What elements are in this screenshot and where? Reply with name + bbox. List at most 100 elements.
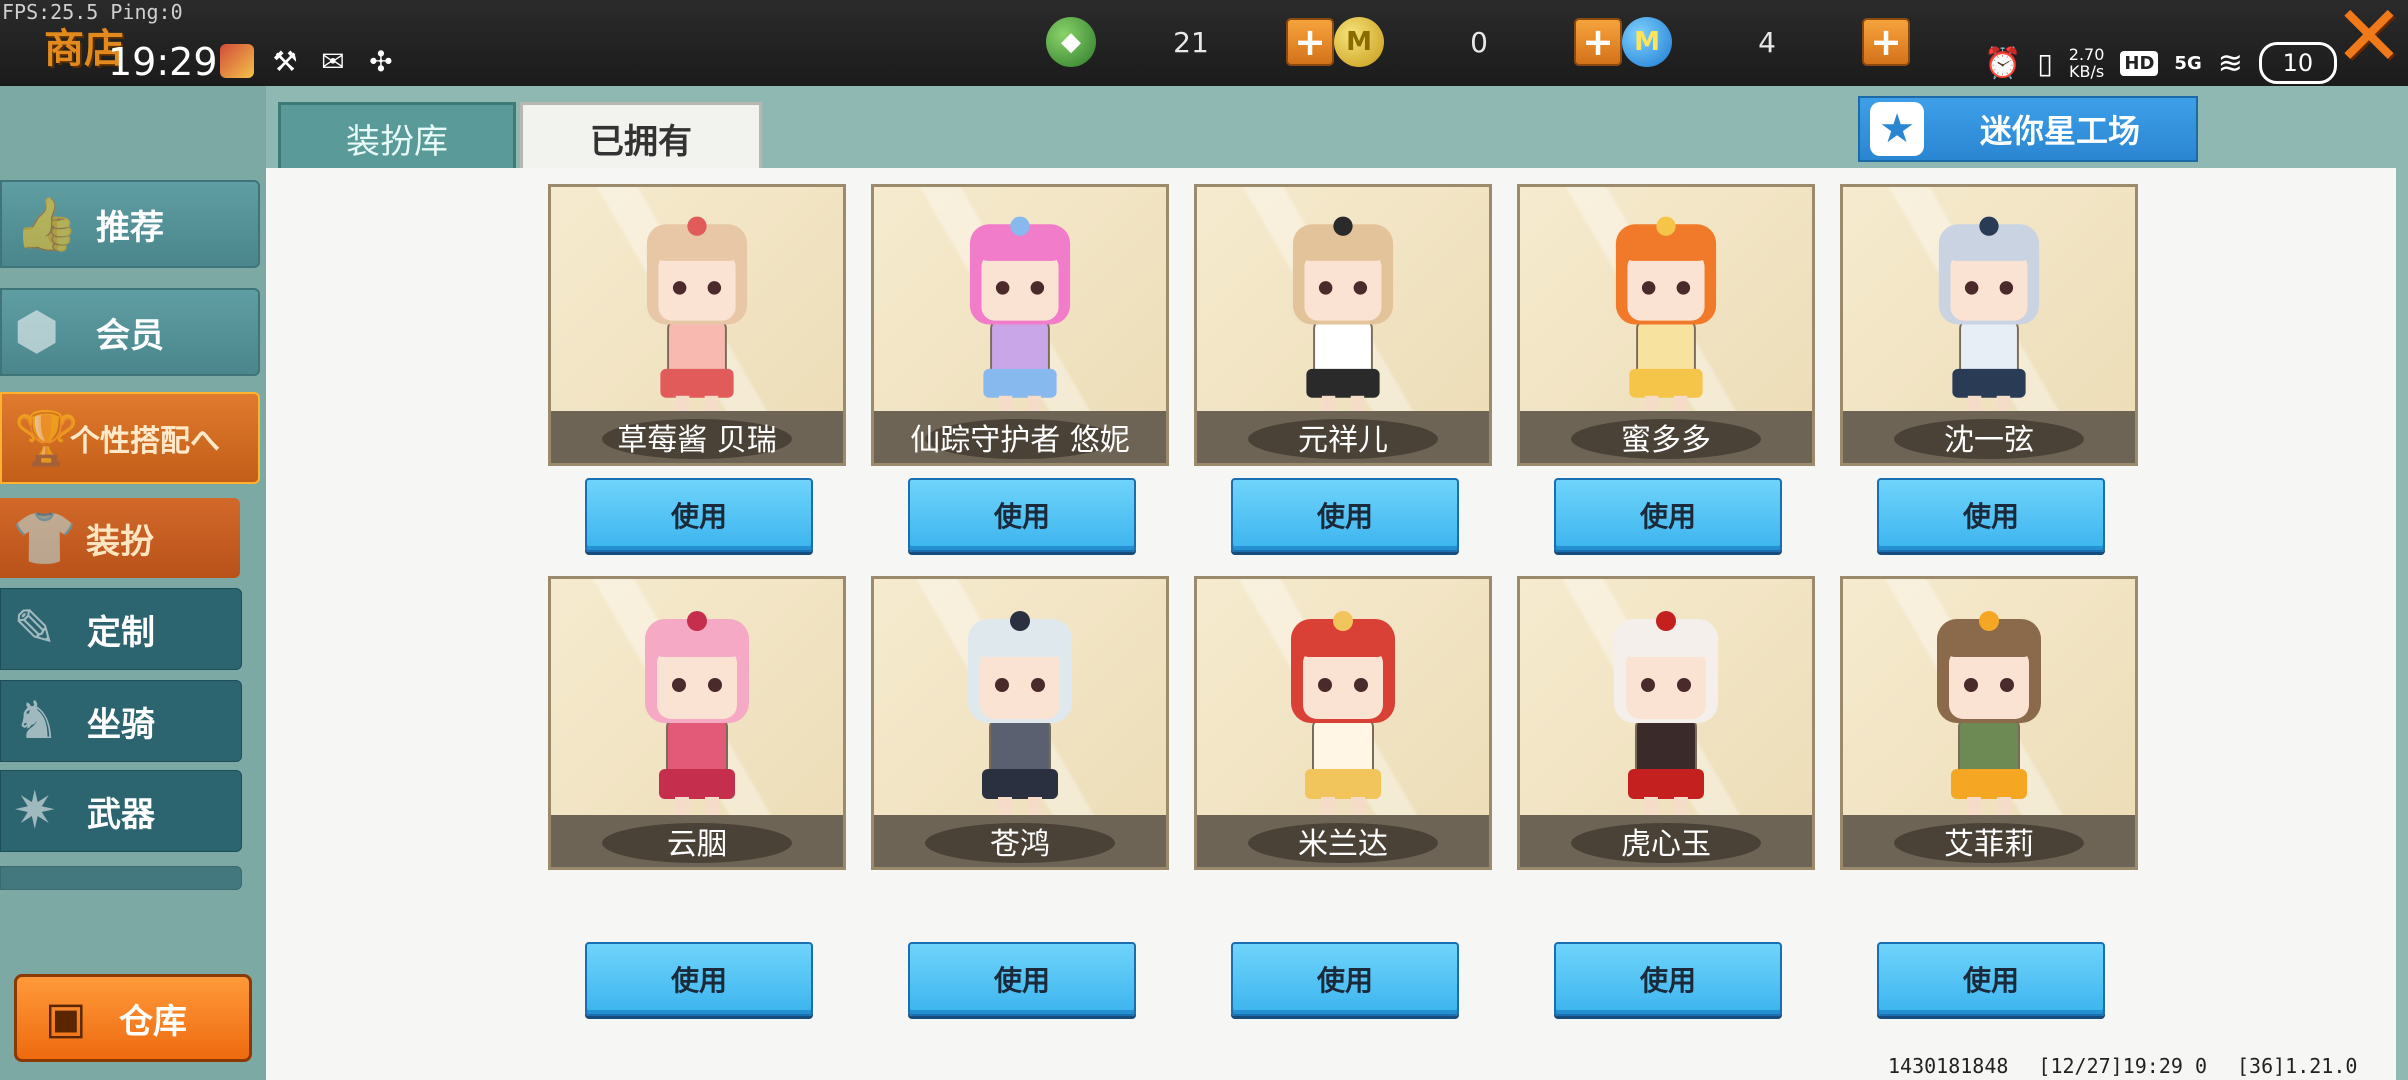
message-icon: ✉ (321, 44, 345, 78)
outfit-card[interactable]: 草莓酱 贝瑞 (548, 184, 846, 466)
use-button[interactable]: 使用 (1877, 942, 2105, 1016)
avatar-skirt (1629, 368, 1703, 398)
use-button[interactable]: 使用 (1877, 478, 2105, 552)
avatar-skirt (1951, 769, 2027, 799)
trophy-icon: 🏆 (14, 408, 79, 469)
use-button[interactable]: 使用 (585, 478, 813, 552)
avatar-leg (1674, 797, 1688, 817)
avatar-skirt (983, 368, 1057, 398)
sidebar-item-mounts[interactable]: ♞ 坐骑 (0, 680, 242, 762)
currency-gems: ◆ 21 + (1046, 16, 1334, 68)
top-bar: 商店 FPS:25.5 Ping:0 19:29 ⚒ ✉ ✣ ◆ 21 + M … (0, 0, 2408, 86)
outfit-card[interactable]: 元祥儿 (1194, 184, 1492, 466)
outfit-avatar (1614, 611, 1718, 817)
add-coins-button[interactable]: + (1574, 18, 1622, 66)
avatar-accessory (687, 216, 707, 236)
tab-owned[interactable]: 已拥有 (520, 102, 762, 174)
avatar-eye (1318, 678, 1332, 692)
avatar-face (981, 253, 1059, 321)
outfit-name-bar: 艾菲莉 (1843, 815, 2135, 867)
add-beans-button[interactable]: + (1862, 18, 1910, 66)
use-button[interactable]: 使用 (1231, 478, 1459, 552)
outfit-name: 仙踪守护者 悠妮 (910, 423, 1130, 458)
use-button[interactable]: 使用 (908, 942, 1136, 1016)
green-gem-icon: ◆ (1046, 17, 1096, 67)
avatar-bangs (1623, 235, 1709, 261)
sidebar-item-partial[interactable] (0, 866, 242, 890)
outfit-name-bar: 草莓酱 贝瑞 (551, 411, 843, 463)
wifi-icon: ≋ (2217, 45, 2243, 81)
avatar-leg (1967, 797, 1981, 817)
currency-value: 0 (1470, 25, 1488, 59)
warehouse-button[interactable]: ▣ 仓库 (14, 974, 252, 1062)
avatar-eye (1353, 281, 1368, 295)
add-gems-button[interactable]: + (1286, 18, 1334, 66)
outfit-avatar (646, 216, 748, 416)
avatar-eye (995, 281, 1010, 295)
avatar-eye (995, 678, 1009, 692)
tools-icon: ⚒ (272, 44, 298, 78)
avatar-eye (1964, 678, 1978, 692)
sidebar-item-vip[interactable]: ⬢ 会员 (0, 288, 260, 376)
outfit-card[interactable]: 仙踪守护者 悠妮 (871, 184, 1169, 466)
outfit-avatar (1938, 216, 2040, 416)
network-type: 5G (2174, 52, 2202, 74)
avatar-skirt (660, 368, 734, 398)
avatar-accessory (1010, 611, 1030, 631)
sidebar-item-label: 推荐 (96, 207, 164, 248)
avatar-bangs (977, 235, 1063, 261)
use-button[interactable]: 使用 (585, 942, 813, 1016)
outfit-avatar (1292, 216, 1394, 416)
sidebar-item-label: 个性搭配へ (70, 424, 220, 459)
sidebar-item-style-match[interactable]: 🏆 个性搭配へ (0, 392, 260, 484)
currency-value: 4 (1758, 25, 1776, 59)
currency-coins: M 0 + (1334, 16, 1622, 68)
use-button[interactable]: 使用 (1554, 942, 1782, 1016)
use-button[interactable]: 使用 (1231, 942, 1459, 1016)
outfit-avatar (1291, 611, 1395, 817)
outfit-card[interactable]: 沈一弦 (1840, 184, 2138, 466)
tab-dress-library[interactable]: 装扮库 (278, 102, 516, 174)
sidebar-item-label: 会员 (96, 315, 164, 356)
outfit-name: 米兰达 (1298, 827, 1388, 862)
outfit-card[interactable]: 苍鸿 (871, 576, 1169, 870)
avatar-face (1950, 253, 2028, 321)
avatar-accessory (1979, 611, 1999, 631)
avatar-eye (1031, 678, 1045, 692)
mini-workshop-button[interactable]: ★ 迷你星工场 (1858, 96, 2198, 162)
outfit-card[interactable]: 虎心玉 (1517, 576, 1815, 870)
vip-badge-icon: ⬢ (14, 302, 60, 362)
avatar-face (1949, 649, 2029, 719)
use-button[interactable]: 使用 (908, 478, 1136, 552)
sidebar-item-custom[interactable]: ✎ 定制 (0, 588, 242, 670)
sidebar-item-weapons[interactable]: ✷ 武器 (0, 770, 242, 852)
currency-beans: M 4 + (1622, 16, 1910, 68)
avatar-leg (705, 797, 719, 817)
blue-coin-icon: M (1622, 17, 1672, 67)
avatar-bangs (1300, 235, 1386, 261)
sidebar-item-recommend[interactable]: 👍 推荐 (0, 180, 260, 268)
avatar-eye (672, 678, 686, 692)
outfit-card[interactable]: 云胭 (548, 576, 846, 870)
sidebar-item-dress-up[interactable]: 👕 装扮 (0, 498, 240, 578)
sidebar-item-label: 装扮 (86, 521, 154, 562)
avatar-skirt (1952, 368, 2026, 398)
avatar-leg (1644, 797, 1658, 817)
avatar-leg (998, 797, 1012, 817)
use-button[interactable]: 使用 (1554, 478, 1782, 552)
avatar-face (1627, 253, 1705, 321)
avatar-eye (1999, 281, 2014, 295)
outfit-card[interactable]: 蜜多多 (1517, 184, 1815, 466)
outfit-name-bar: 米兰达 (1197, 815, 1489, 867)
avatar-eye (1677, 678, 1691, 692)
outfit-avatar (969, 216, 1071, 416)
avatar-eye (708, 678, 722, 692)
close-icon[interactable]: ✕ (2330, 0, 2408, 78)
footer-datetime: [12/27]19:29 0 (2038, 1054, 2207, 1078)
outfit-card[interactable]: 艾菲莉 (1840, 576, 2138, 870)
outfit-card[interactable]: 米兰达 (1194, 576, 1492, 870)
version-label: [36]1.21.0 (2237, 1054, 2358, 1078)
avatar-face (980, 649, 1060, 719)
outfit-name-bar: 仙踪守护者 悠妮 (874, 411, 1166, 463)
footer-info: 1430181848 [12/27]19:29 0 [36]1.21.0 (1888, 1054, 2357, 1078)
